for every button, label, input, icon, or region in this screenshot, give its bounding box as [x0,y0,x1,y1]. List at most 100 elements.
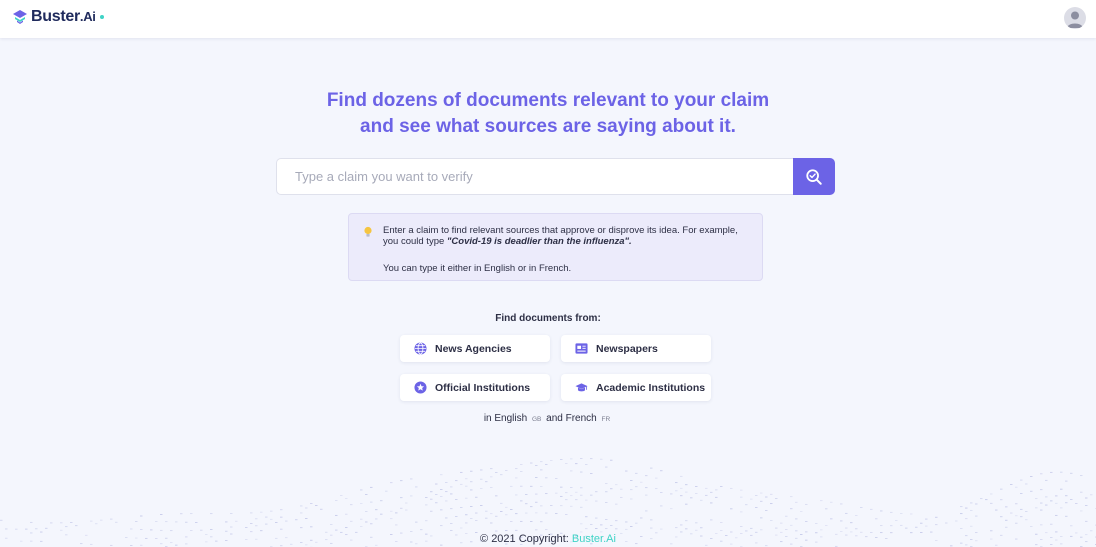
wave-dot [975,503,978,505]
wave-dot [620,496,623,498]
wave-dot [750,498,753,500]
top-bar: Buster.Ai [0,0,1096,38]
wave-dot [775,498,778,500]
wave-dot [635,522,638,524]
wave-dot [310,503,313,505]
claim-search-input[interactable] [276,158,796,195]
wave-dot [760,529,763,531]
wave-dot [180,513,183,515]
wave-dot [965,518,968,520]
source-label: Newspapers [596,342,658,355]
wave-dot [425,520,428,522]
source-official-institutions[interactable]: Official Institutions [400,374,550,401]
wave-dot [820,529,823,531]
wave-dot [960,528,963,529]
wave-dot [560,459,563,460]
wave-dot [505,514,508,516]
wave-dot [35,528,38,530]
wave-dot [95,523,98,525]
user-icon [1067,11,1083,28]
wave-dot [395,512,398,514]
wave-dot [605,528,608,530]
avatar[interactable] [1064,7,1086,29]
source-newspapers[interactable]: Newspapers [561,335,711,362]
wave-dot [655,488,658,490]
wave-dot [695,486,698,488]
wave-dot [480,478,483,480]
wave-dot [480,505,483,506]
wave-dot [420,529,423,531]
wave-dot [345,497,348,499]
wave-dot [490,487,493,488]
wave-dot [620,488,623,490]
wave-dot [685,520,688,522]
wave-dot [740,526,743,527]
wave-dot [760,500,763,502]
wave-dot [600,458,603,460]
wave-dot [570,487,573,488]
wave-dot [650,519,653,521]
wave-dot [190,513,193,515]
wave-dot [1035,507,1038,509]
wave-dot [60,529,63,531]
wave-dot [635,486,638,488]
wave-dot [495,530,498,532]
wave-dot [430,510,433,512]
wave-dot [575,463,578,465]
newspaper-icon [575,343,588,354]
wave-dot [470,506,473,507]
wave-dot [515,477,518,479]
wave-dot [500,502,503,504]
wave-dot [1060,488,1063,490]
wave-dot [560,486,563,488]
wave-dot [535,512,538,514]
wave-dot [335,529,338,531]
wave-dot [490,476,493,478]
wave-dot [1090,530,1093,532]
wave-dot [845,527,848,529]
wave-dot [1065,502,1068,504]
wave-dot [970,525,973,527]
wave-dot [175,521,178,523]
wave-dot [650,527,653,529]
wave-dot [405,502,408,504]
wave-dot [645,475,648,477]
wave-dot [540,461,543,463]
wave-dot [410,478,413,480]
hint-box: Enter a claim to find relevant sources t… [348,213,763,281]
wave-dot [470,470,473,472]
wave-dot [460,527,463,529]
wave-dot [450,493,453,495]
wave-dot [400,507,403,509]
wave-dot [130,545,133,546]
wave-dot [135,521,138,522]
logo[interactable]: Buster.Ai [12,8,104,26]
wave-dot [510,521,513,522]
wave-dot [1000,488,1003,490]
source-academic-institutions[interactable]: Academic Institutions [561,374,711,401]
wave-dot [625,470,628,472]
wave-dot [365,521,368,523]
wave-dot [720,521,723,523]
wave-dot [535,493,538,495]
wave-dot [770,493,773,495]
wave-dot [720,530,723,531]
wave-dot [1010,512,1013,514]
wave-dot [745,504,748,506]
wave-dot [640,517,643,519]
wave-dot [540,521,543,523]
wave-dot [305,507,308,509]
wave-dot [1060,471,1063,473]
wave-dot [660,505,663,507]
search-button[interactable] [793,158,835,195]
wave-dot [280,528,283,530]
wave-dot [695,522,698,524]
wave-dot [545,512,548,514]
wave-dot [580,523,583,525]
wave-dot [840,520,843,522]
wave-dot [1030,490,1033,492]
wave-dot [255,518,258,520]
source-news-agencies[interactable]: News Agencies [400,335,550,362]
wave-dot [190,530,193,532]
footer-brand-link[interactable]: Buster.Ai [572,533,616,545]
